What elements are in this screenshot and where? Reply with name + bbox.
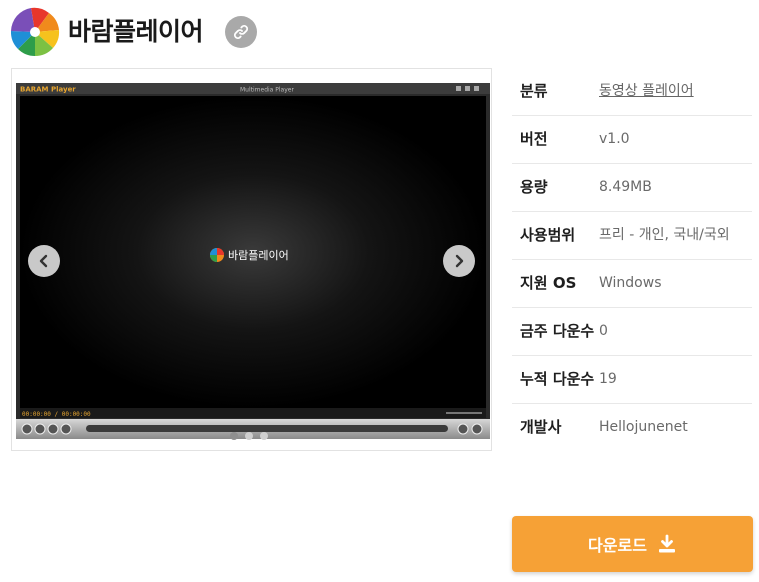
player-logo-text: 바람플레이어: [228, 249, 289, 262]
gallery-prev-button[interactable]: [28, 245, 60, 277]
info-row-os: 지원 OS Windows: [512, 260, 752, 308]
player-window-title: Multimedia Player: [240, 87, 294, 94]
gallery-pagination: [230, 432, 268, 440]
player-time: 00:00:00 / 00:00:00: [22, 411, 91, 418]
info-value: 8.49MB: [599, 179, 652, 195]
screenshot-gallery: BARAM Player Multimedia Player 바람플레이어 00…: [11, 68, 492, 451]
chevron-left-icon: [39, 254, 48, 268]
info-label: 용량: [520, 178, 548, 196]
info-row-version: 버전 v1.0: [512, 116, 752, 164]
info-value: 19: [599, 371, 617, 387]
info-label: 누적 다운수: [520, 370, 595, 388]
app-title: 바람플레이어: [68, 17, 204, 46]
category-link[interactable]: 동영상 플레이어: [599, 79, 752, 103]
info-label: 지원 OS: [520, 274, 577, 292]
info-label: 금주 다운수: [520, 322, 595, 340]
info-row-category: 분류 동영상 플레이어: [512, 68, 752, 116]
info-row-total-downloads: 누적 다운수 19: [512, 356, 752, 404]
info-row-weekly-downloads: 금주 다운수 0: [512, 308, 752, 356]
gallery-dot-2[interactable]: [245, 432, 253, 440]
chevron-right-icon: [455, 254, 464, 268]
info-label: 버전: [520, 130, 548, 148]
info-row-license: 사용범위 프리 - 개인, 국내/국외: [512, 212, 752, 260]
link-icon: [233, 24, 249, 40]
info-value: v1.0: [599, 131, 630, 147]
gallery-dot-1[interactable]: [230, 432, 238, 440]
info-value: 프리 - 개인, 국내/국외: [599, 227, 730, 243]
download-icon: [658, 534, 675, 553]
info-value: Hellojunenet: [599, 419, 688, 435]
app-logo-icon: [10, 7, 60, 57]
download-button[interactable]: 다운로드: [512, 516, 753, 572]
info-row-developer: 개발사 Hellojunenet: [512, 404, 752, 451]
info-value: 0: [599, 323, 608, 339]
info-label: 개발사: [520, 418, 562, 436]
download-label: 다운로드: [588, 536, 647, 555]
player-screenshot: BARAM Player Multimedia Player 바람플레이어 00…: [16, 83, 490, 439]
info-label: 분류: [520, 82, 548, 100]
info-row-size: 용량 8.49MB: [512, 164, 752, 212]
player-brand: BARAM Player: [20, 86, 76, 94]
info-label: 사용범위: [520, 226, 576, 244]
gallery-next-button[interactable]: [443, 245, 475, 277]
gallery-dot-3[interactable]: [260, 432, 268, 440]
info-value: Windows: [599, 275, 662, 291]
app-info-table: 분류 동영상 플레이어 버전 v1.0 용량 8.49MB 사용범위 프리 - …: [512, 68, 752, 451]
copy-link-button[interactable]: [225, 16, 257, 48]
